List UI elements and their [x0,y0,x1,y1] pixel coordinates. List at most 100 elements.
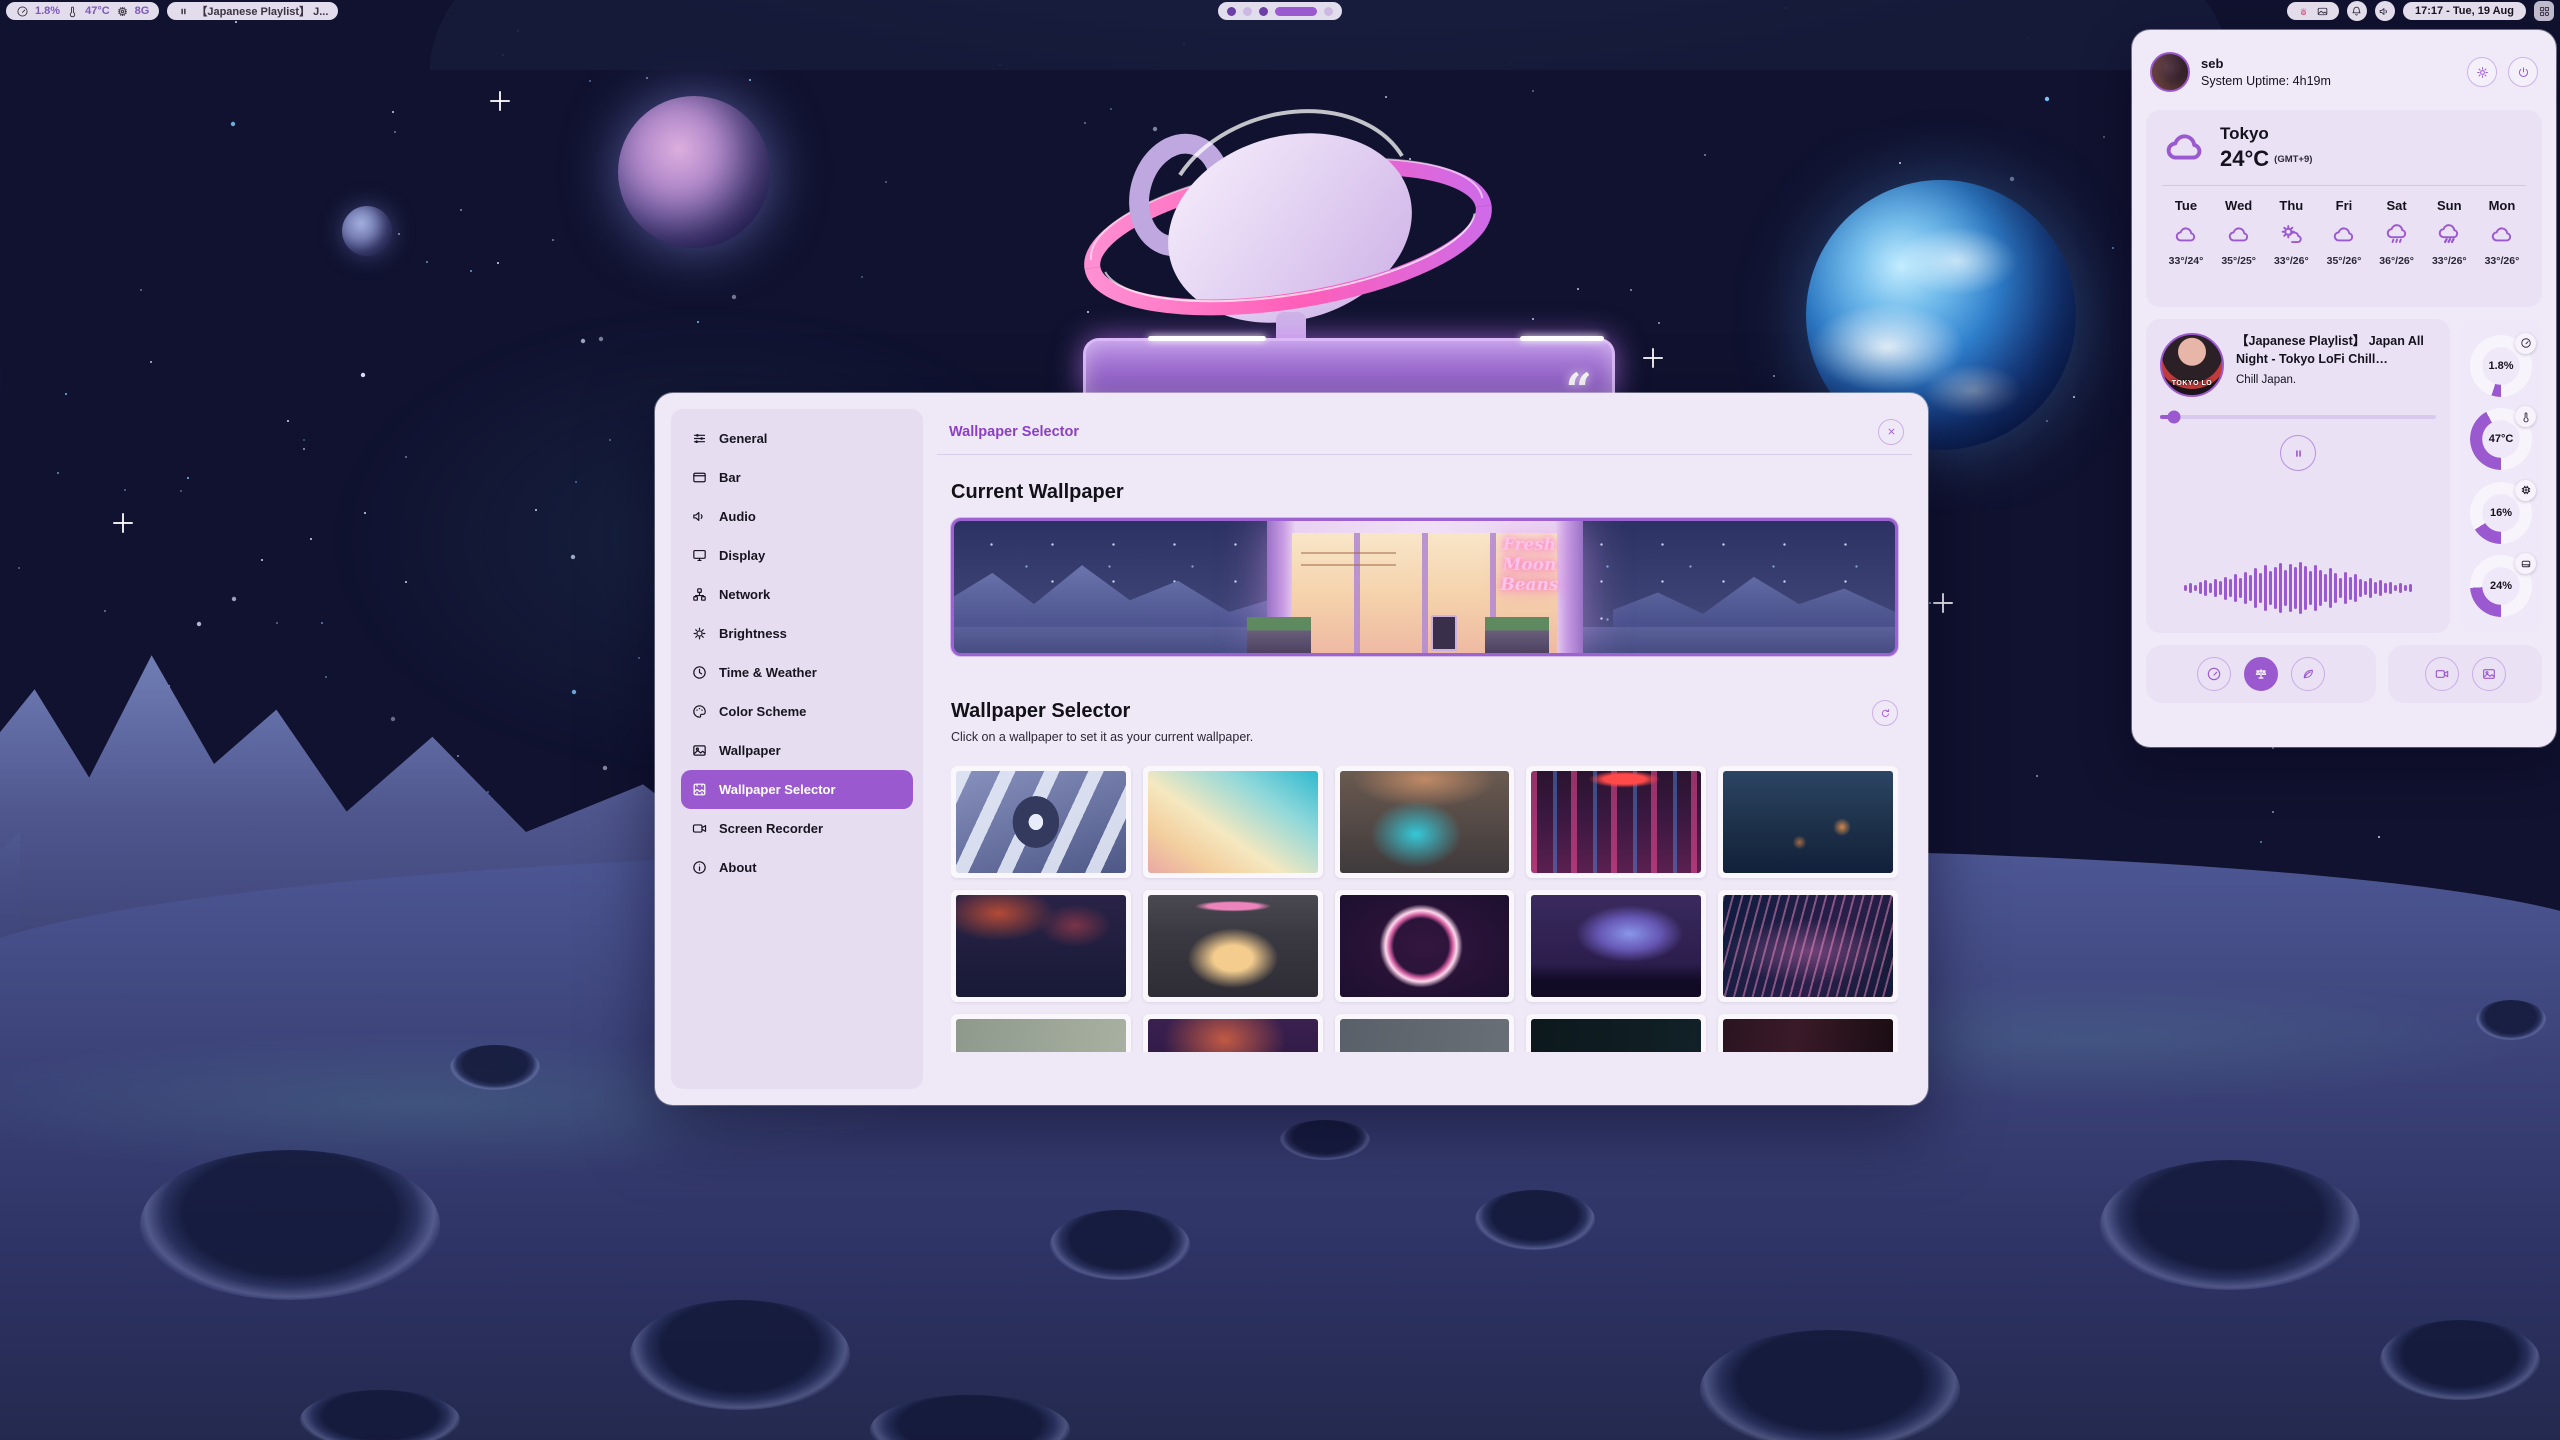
workspace-dot-4[interactable] [1275,7,1317,16]
settings-button[interactable] [2467,57,2497,87]
tray-screenshot-icon[interactable] [2316,5,2329,18]
wallpaper-thumbnail-wine-dark[interactable] [1718,1014,1898,1052]
speaker-icon [691,508,708,525]
wallpaper-thumbnail-nebula-forest[interactable] [1526,890,1706,1002]
system-tray[interactable] [2287,2,2339,20]
wallpaper-thumbnail-sage-abstract[interactable] [951,1014,1131,1052]
visualizer-bar [2214,579,2217,597]
visualizer-bar [2244,572,2247,604]
thumbnail-image [1531,1019,1701,1052]
notifications-button[interactable] [2347,1,2367,21]
forecast-temps: 36°/26° [2373,255,2421,267]
weather-forecast: Tue33°/24°Wed35°/25°Thu33°/26°Fri35°/26°… [2162,198,2526,267]
preview-planter [1247,617,1311,653]
temperature-icon [66,5,79,18]
bright-star [1940,600,1946,606]
sidebar-item-time-weather[interactable]: Time & Weather [681,653,913,692]
screen-recorder-button[interactable] [2425,657,2459,691]
sidebar-item-audio[interactable]: Audio [681,497,913,536]
sidebar-item-display[interactable]: Display [681,536,913,575]
sidebar-item-wallpaper[interactable]: Wallpaper [681,731,913,770]
video-icon [691,820,708,837]
power-button[interactable] [2508,57,2538,87]
profile-balanced-button[interactable] [2244,657,2278,691]
wallpaper-thumbnail-deep-teal-dark[interactable] [1526,1014,1706,1052]
moon-crater [1475,1190,1595,1250]
wallpaper-thumbnail-anime-crosswalk[interactable] [951,766,1131,878]
settings-window: GeneralBarAudioDisplayNetworkBrightness T… [655,393,1928,1105]
sidebar-item-wallpaper-selector[interactable]: Wallpaper Selector [681,770,913,809]
wallpaper-thumbnail-ember-forest[interactable] [951,890,1131,1002]
workspace-dot-5[interactable] [1324,7,1333,16]
wallpaper-thumbnail-lofi-cafe-storefront[interactable] [1143,890,1323,1002]
dashboard-button[interactable] [2534,1,2554,21]
palette-icon [691,703,708,720]
power-profiles-card [2146,645,2376,703]
sidebar-item-label: About [719,860,757,875]
visualizer-bar [2404,585,2407,591]
thumbnail-image [956,771,1126,873]
wallpaper-thumbnail-pastel-gradient[interactable] [1143,766,1323,878]
profile-powersaver-button[interactable] [2291,657,2325,691]
quick-tools-card [2388,645,2542,703]
wallpaper-thumbnail-wireframe-wave[interactable] [1718,890,1898,1002]
monitor-icon [691,547,708,564]
workspace-dot-1[interactable] [1227,7,1236,16]
system-stats-pill[interactable]: 1.8% 47°C 8G [6,2,159,20]
visualizer-bar [2339,578,2342,599]
forecast-day-label: Mon [2478,198,2526,213]
visualizer-bar [2329,568,2332,607]
sidebar-item-about[interactable]: About [681,848,913,887]
sidebar-item-screen-recorder[interactable]: Screen Recorder [681,809,913,848]
sidebar-item-label: Time & Weather [719,665,817,680]
workspace-dot-2[interactable] [1243,7,1252,16]
visualizer-bar [2359,579,2362,597]
visualizer-bar [2389,582,2392,595]
visualizer-bar [2409,584,2412,592]
wallpaper-thumbnail-slate-abstract[interactable] [1335,1014,1515,1052]
leaf-icon [2300,666,2316,682]
volume-button[interactable] [2375,1,2395,21]
image-icon [691,742,708,759]
sidebar-item-general[interactable]: General [681,419,913,458]
sliders-icon [691,430,708,447]
audio-visualizer [2160,557,2436,619]
visualizer-bar [2224,577,2227,600]
wallpaper-tool-button[interactable] [2472,657,2506,691]
visualizer-bar [2239,578,2242,599]
wallpaper-thumbnail-coral-night[interactable] [1143,1014,1323,1052]
slider-thumb[interactable] [2167,411,2180,424]
play-pause-button[interactable] [2280,435,2316,471]
thumbnail-image [1723,771,1893,873]
media-progress-slider[interactable] [2160,415,2436,419]
sidebar-item-bar[interactable]: Bar [681,458,913,497]
forecast-day-label: Wed [2215,198,2263,213]
rain-icon [2384,222,2410,248]
wallpaper-thumbnail-cyberpunk-arcade[interactable] [1526,766,1706,878]
workspace-dot-3[interactable] [1259,7,1268,16]
profile-performance-button[interactable] [2197,657,2231,691]
tray-app-icon[interactable] [2297,5,2310,18]
media-pill[interactable]: 【Japanese Playlist】 J... [167,2,338,20]
refresh-button[interactable] [1872,700,1898,726]
workspaces-pill[interactable] [1218,2,1342,20]
sidebar-item-brightness[interactable]: Brightness [681,614,913,653]
forecast-day-fri: Fri35°/26° [2320,198,2368,267]
clock-pill[interactable]: 17:17 - Tue, 19 Aug [2403,2,2526,20]
wallpaper-thumbnail-violet-ring[interactable] [1335,890,1515,1002]
sidebar-item-network[interactable]: Network [681,575,913,614]
sidebar-item-label: Wallpaper Selector [719,782,836,797]
temperature-ring: 47°C [2470,408,2532,470]
forecast-day-label: Tue [2162,198,2210,213]
thumbnail-image [956,895,1126,997]
weather-widget: Tokyo 24°C (GMT+9) Tue33°/24°Wed35°/25°T… [2146,110,2542,307]
wallpaper-thumbnail-snowy-night-village[interactable] [1718,766,1898,878]
preview-menu-board [1431,615,1457,651]
close-button[interactable] [1878,419,1904,445]
wallpaper-thumbnail-teal-glow-blur[interactable] [1335,766,1515,878]
sidebar-item-color-scheme[interactable]: Color Scheme [681,692,913,731]
window-header: Wallpaper Selector [937,409,1912,455]
selector-header: Wallpaper Selector Click on a wallpaper … [951,700,1898,744]
thumbnail-image [1148,771,1318,873]
moon-crater [140,1150,440,1300]
